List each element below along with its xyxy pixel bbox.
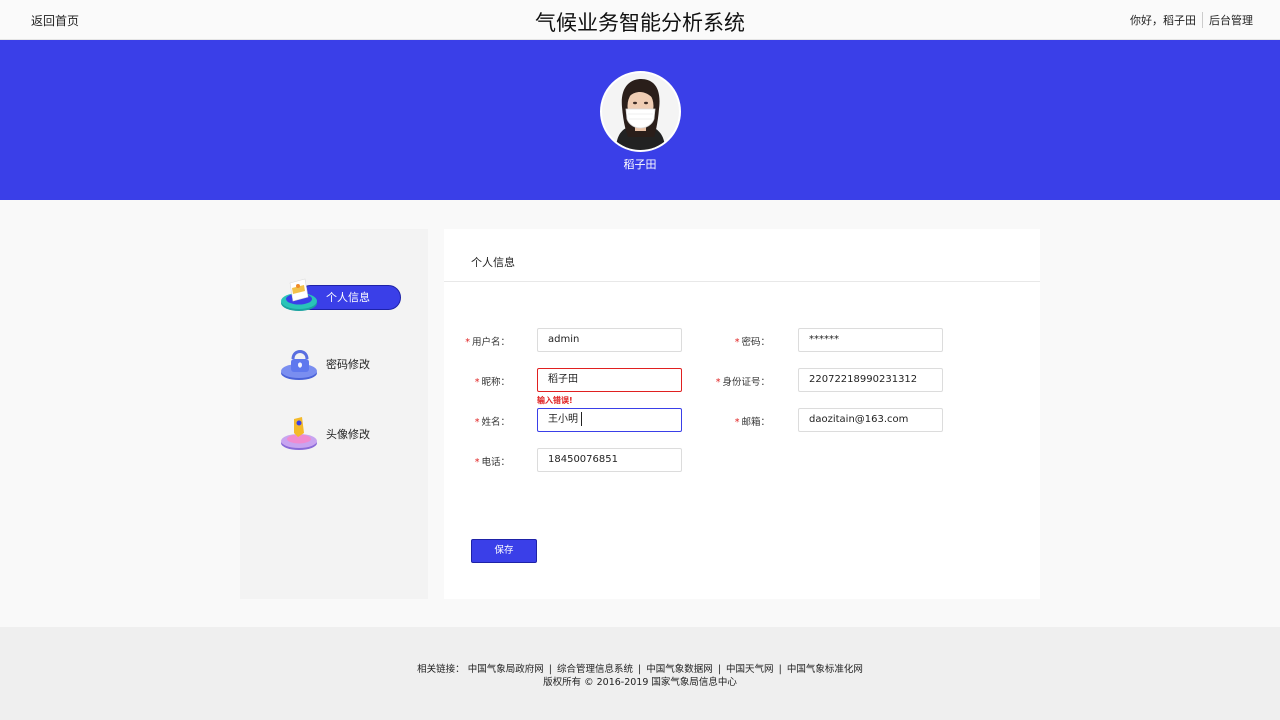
- sidebar-item-label: 头像修改: [326, 428, 370, 441]
- top-bar: 返回首页 气候业务智能分析系统 你好，稻子田 后台管理: [0, 0, 1280, 40]
- panel-divider: [444, 281, 1040, 282]
- required-mark: *: [474, 417, 480, 428]
- required-mark: *: [474, 457, 480, 468]
- profile-card-icon: [280, 275, 320, 315]
- save-button[interactable]: 保存: [471, 539, 537, 563]
- admin-link[interactable]: 后台管理: [1209, 12, 1253, 28]
- username-field[interactable]: admin: [537, 328, 682, 352]
- nickname-field[interactable]: 稻子田: [537, 368, 682, 392]
- required-mark: *: [715, 377, 721, 388]
- sidebar-item-personal-info[interactable]: 个人信息: [280, 275, 402, 315]
- required-mark: *: [465, 337, 470, 348]
- phone-field[interactable]: 18450076851: [537, 448, 682, 472]
- sidebar-item-password[interactable]: 密码修改: [280, 343, 402, 383]
- footer-copyright: 版权所有 © 2016-2019 国家气象局信息中心: [543, 677, 737, 688]
- user-greeting[interactable]: 你好，稻子田: [1130, 12, 1202, 28]
- phone-label: * 电话：: [474, 457, 510, 468]
- avatar: [600, 71, 681, 152]
- lock-icon: [280, 343, 320, 383]
- sidebar: 个人信息 密码修改 头像修改: [240, 229, 428, 599]
- footer: 相关链接： 中国气象局政府网 | 综合管理信息系统 | 中国气象数据网 | 中国…: [0, 627, 1280, 720]
- profile-panel: 个人信息 * 用户名： admin * 密码： ****** * 昵称： 稻子田 输入…: [444, 229, 1040, 599]
- realname-value: 王小明: [548, 414, 578, 425]
- user-area: 你好，稻子田 后台管理: [1130, 12, 1253, 28]
- profile-banner: 稻子田: [0, 40, 1280, 200]
- required-mark: *: [734, 417, 740, 428]
- idcard-field[interactable]: 22072218990231312: [798, 368, 943, 392]
- email-label: * 邮箱：: [734, 417, 770, 428]
- idcard-label: * 身份证号：: [715, 377, 770, 388]
- panel-title: 个人信息: [471, 256, 515, 269]
- required-mark: *: [734, 337, 740, 348]
- avatar-portrait-icon: [602, 73, 679, 150]
- banner-username: 稻子田: [623, 158, 657, 171]
- app-title: 气候业务智能分析系统: [535, 11, 745, 35]
- username-label: * 用户名：: [465, 337, 510, 348]
- text-caret: [581, 412, 582, 426]
- sidebar-item-label: 密码修改: [326, 358, 370, 371]
- sidebar-item-avatar[interactable]: 头像修改: [280, 413, 402, 453]
- email-field[interactable]: daozitain@163.com: [798, 408, 943, 432]
- password-field[interactable]: ******: [798, 328, 943, 352]
- realname-label: * 姓名：: [474, 417, 510, 428]
- password-label: * 密码：: [734, 337, 770, 348]
- realname-field[interactable]: 王小明: [537, 408, 682, 432]
- nickname-error-message: 输入错误!: [537, 396, 573, 405]
- required-mark: *: [474, 377, 480, 388]
- sidebar-item-label: 个人信息: [326, 291, 370, 304]
- nickname-label: * 昵称：: [474, 377, 510, 388]
- avatar-pen-icon: [280, 413, 320, 453]
- user-area-divider: [1202, 12, 1203, 28]
- footer-links: 相关链接： 中国气象局政府网 | 综合管理信息系统 | 中国气象数据网 | 中国…: [0, 661, 1280, 675]
